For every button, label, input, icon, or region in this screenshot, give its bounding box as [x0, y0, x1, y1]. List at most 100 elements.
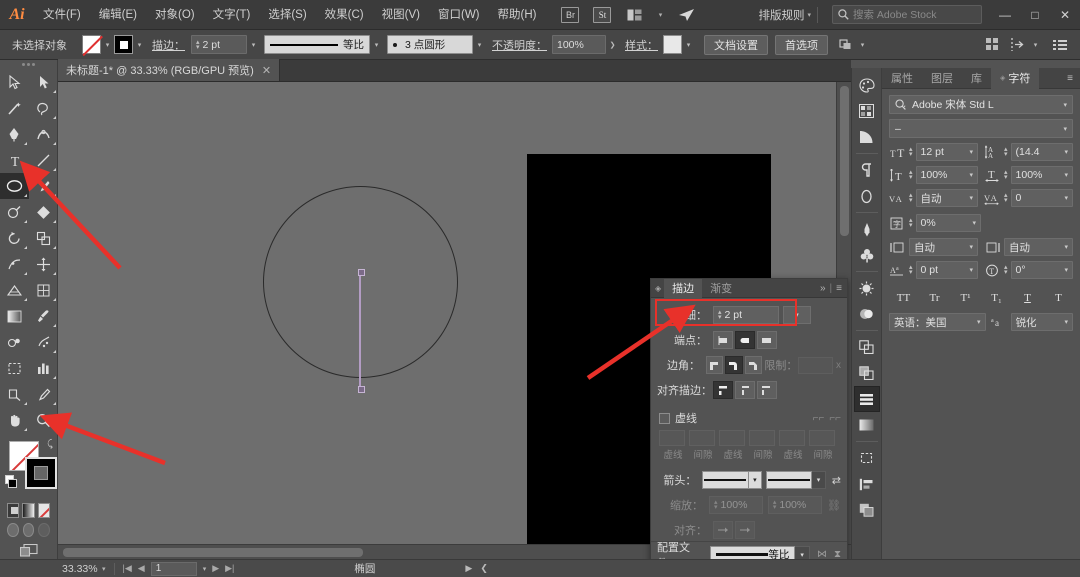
tsume-input[interactable]: 0% ▾	[915, 214, 981, 232]
tab-gradient[interactable]: 渐变	[702, 279, 740, 298]
workspace-switcher-icon[interactable]	[621, 0, 647, 30]
vertical-scale-input[interactable]: 100% ▾	[915, 166, 978, 184]
stroke-color-swatch[interactable]	[25, 457, 57, 489]
bridge-icon[interactable]: Br	[557, 0, 583, 30]
language-select[interactable]: 英语：美国 ▾	[889, 313, 986, 331]
symbols-panel-icon[interactable]	[854, 242, 880, 268]
hand-tool[interactable]	[0, 407, 29, 433]
default-fill-stroke-icon[interactable]	[5, 475, 17, 493]
align-inside-button[interactable]	[735, 381, 755, 399]
draw-behind-button[interactable]	[22, 523, 35, 537]
opacity-label[interactable]: 不透明度：	[492, 37, 547, 53]
free-transform-tool[interactable]	[29, 251, 58, 277]
stroke-chevron-down-icon[interactable]: ▾	[133, 35, 146, 54]
scroll-thumb[interactable]	[840, 86, 849, 236]
draw-normal-button[interactable]	[7, 523, 19, 537]
language-chevron-down-icon[interactable]: ▾	[977, 318, 981, 326]
superscript-button[interactable]: T¹	[951, 288, 980, 307]
color-panel-icon[interactable]	[854, 72, 880, 98]
link-scale-icon[interactable]: ⛓	[827, 499, 841, 512]
vertical-scale-chevron-down-icon[interactable]: ▾	[969, 171, 973, 179]
color-mode-button[interactable]	[7, 503, 20, 518]
transform-panel-icon[interactable]	[854, 334, 880, 360]
arrow-scale-end-input[interactable]: ▴ ▾ 100%	[767, 496, 823, 514]
tracking-input[interactable]: 0 ▾	[1010, 189, 1073, 207]
miter-join-button[interactable]	[705, 356, 724, 374]
panel-menu-icon[interactable]	[1050, 35, 1070, 55]
stroke-weight-chevron-down-icon[interactable]: ▾	[247, 35, 260, 54]
font-family-chevron-down-icon[interactable]: ▾	[1063, 101, 1067, 109]
eyedropper-tool[interactable]	[29, 303, 58, 329]
artboard-number-input[interactable]: 1	[150, 561, 197, 576]
artboard-tool[interactable]	[0, 355, 29, 381]
round-join-button[interactable]	[725, 356, 743, 374]
pathfinder-panel-icon[interactable]	[854, 360, 880, 386]
maximize-button[interactable]: □	[1020, 0, 1050, 30]
workspace-chevron-down-icon[interactable]: ▾	[647, 0, 673, 30]
pen-tool[interactable]	[0, 121, 29, 147]
dashed-line-checkbox[interactable]	[659, 412, 670, 424]
first-artboard-button[interactable]: |◀	[123, 563, 132, 574]
menu-object[interactable]: 对象(O)	[146, 0, 204, 30]
color-themes-icon[interactable]	[854, 124, 880, 150]
direct-selection-tool[interactable]	[29, 69, 58, 95]
arrow-align-place-button[interactable]	[735, 521, 755, 539]
menu-select[interactable]: 选择(S)	[259, 0, 315, 30]
baseline-shift-chevron-down-icon[interactable]: ▾	[969, 266, 973, 274]
current-tool-label[interactable]: 椭圆	[354, 561, 375, 576]
underline-button[interactable]: T	[1013, 288, 1042, 307]
paragraph-panel-icon[interactable]	[854, 157, 880, 183]
horizontal-scale-chevron-down-icon[interactable]: ▾	[1064, 171, 1068, 179]
arrowhead-end-chevron-down-icon[interactable]: ▾	[812, 471, 826, 489]
tab-properties[interactable]: 属性	[882, 68, 922, 89]
all-caps-button[interactable]: TT	[889, 288, 918, 307]
toolbar-grip[interactable]	[0, 60, 57, 69]
gap-1-input[interactable]	[689, 430, 715, 446]
anti-alias-chevron-down-icon[interactable]: ▾	[1064, 318, 1068, 326]
font-size-input[interactable]: 12 pt ▾	[915, 143, 978, 161]
stock-icon[interactable]: St	[589, 0, 615, 30]
stroke-profile-chevron-down-icon[interactable]: ▾	[370, 35, 383, 54]
dash-3-input[interactable]	[779, 430, 805, 446]
style-label[interactable]: 样式：	[625, 37, 658, 53]
none-mode-button[interactable]	[37, 503, 50, 518]
selection-tool[interactable]	[0, 69, 29, 95]
magic-wand-tool[interactable]	[0, 95, 29, 121]
font-family-field[interactable]: Adobe 宋体 Std L ▾	[889, 95, 1073, 114]
bevel-join-button[interactable]	[744, 356, 763, 374]
arrow-align-extend-button[interactable]	[713, 521, 733, 539]
ellipse-tool[interactable]	[0, 173, 29, 199]
stepper-icon[interactable]: ▴ ▾	[909, 217, 913, 229]
align-panel-icon[interactable]	[853, 386, 880, 412]
right-aki-chevron-down-icon[interactable]: ▾	[1064, 243, 1068, 251]
tab-layers[interactable]: 图层	[922, 68, 962, 89]
menu-help[interactable]: 帮助(H)	[489, 0, 546, 30]
right-aki-input[interactable]: 自动 ▾	[1004, 238, 1073, 256]
paintbrush-tool[interactable]	[29, 173, 58, 199]
color-guide-icon[interactable]	[854, 98, 880, 124]
kerning-chevron-down-icon[interactable]: ▾	[969, 194, 973, 202]
appearance-panel-icon[interactable]	[854, 275, 880, 301]
dash-preserve-exact-button[interactable]: ⌐⌐	[813, 413, 825, 424]
graphic-styles-icon[interactable]	[854, 301, 880, 327]
arrow-scale-start-input[interactable]: ▴ ▾ 100%	[709, 496, 764, 514]
align-center-button[interactable]	[713, 381, 733, 399]
symbol-sprayer-tool[interactable]	[29, 329, 58, 355]
dash-2-input[interactable]	[719, 430, 745, 446]
stepper-icon[interactable]: ▴ ▾	[196, 39, 200, 51]
type-tool[interactable]: T	[0, 147, 29, 173]
menu-effect[interactable]: 效果(C)	[316, 0, 373, 30]
font-size-chevron-down-icon[interactable]: ▾	[969, 148, 973, 156]
stepper-icon[interactable]: ▴ ▾	[1004, 264, 1008, 276]
zoom-tool[interactable]	[29, 407, 58, 433]
menu-type[interactable]: 文字(T)	[204, 0, 260, 30]
select-similar-chevron-down-icon[interactable]: ▾	[856, 35, 869, 54]
stroke-weight-input[interactable]: ▴ ▾ 2 pt	[713, 306, 779, 324]
tsume-chevron-down-icon[interactable]: ▾	[972, 219, 976, 227]
menu-window[interactable]: 窗口(W)	[429, 0, 489, 30]
column-graph-tool[interactable]	[29, 355, 58, 381]
lasso-tool[interactable]	[29, 95, 58, 121]
rotation-input[interactable]: 0° ▾	[1010, 261, 1073, 279]
collapse-icon[interactable]: »	[820, 283, 826, 294]
stepper-icon[interactable]: ▴ ▾	[1004, 192, 1008, 204]
